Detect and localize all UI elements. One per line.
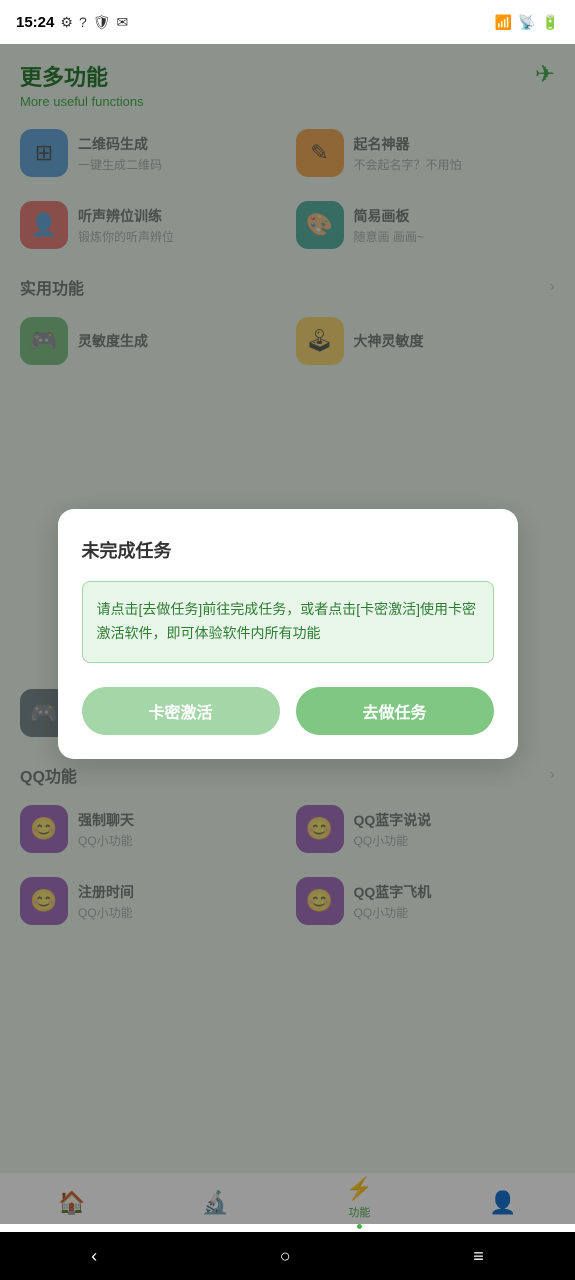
back-button[interactable]: ‹ (91, 1246, 97, 1267)
nav-active-dot (357, 1224, 362, 1229)
task-button[interactable]: 去做任务 (296, 687, 494, 735)
modal-dialog: 未完成任务 请点击[去做任务]前往完成任务，或者点击[卡密激活]使用卡密激活软件… (58, 509, 518, 759)
modal-message-box: 请点击[去做任务]前往完成任务，或者点击[卡密激活]使用卡密激活软件，即可体验软… (82, 581, 494, 663)
shield-icon: 🛡 (93, 14, 111, 31)
signal-icon: 📡 (518, 14, 535, 31)
status-time: 15:24 (16, 14, 54, 31)
gear-icon: ⚙ (60, 14, 73, 31)
android-nav-bar: ‹ ○ ≡ (0, 1232, 575, 1280)
home-button[interactable]: ○ (280, 1246, 291, 1267)
modal-title: 未完成任务 (82, 537, 494, 563)
activate-button[interactable]: 卡密激活 (82, 687, 280, 735)
modal-message: 请点击[去做任务]前往完成任务，或者点击[卡密激活]使用卡密激活软件，即可体验软… (97, 598, 479, 646)
question-icon: ? (79, 14, 87, 30)
modal-overlay: 未完成任务 请点击[去做任务]前往完成任务，或者点击[卡密激活]使用卡密激活软件… (0, 44, 575, 1224)
wifi-icon: 📶 (495, 14, 512, 31)
status-bar: 15:24 ⚙ ? 🛡 ✉ 📶 📡 🔋 (0, 0, 575, 44)
main-content: 更多功能 More useful functions ✈ ⊞ 二维码生成 一键生… (0, 44, 575, 1224)
modal-buttons: 卡密激活 去做任务 (82, 687, 494, 735)
mail-icon: ✉ (117, 14, 129, 31)
menu-button[interactable]: ≡ (473, 1246, 484, 1267)
battery-icon: 🔋 (542, 14, 559, 31)
